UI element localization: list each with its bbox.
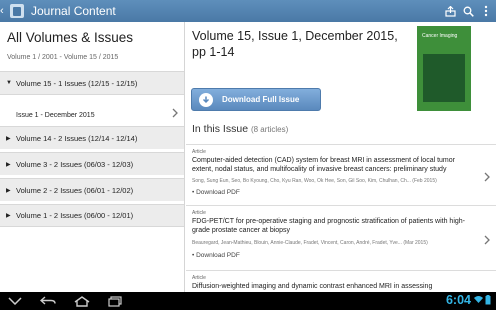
volume-row[interactable]: ▶ Volume 3 - 2 Issues (06/03 - 12/03) xyxy=(0,152,184,175)
download-pdf-link[interactable]: • Download PDF xyxy=(192,252,240,259)
issue-cover-image[interactable]: Cancer Imaging xyxy=(417,26,471,111)
download-pdf-label: Download PDF xyxy=(196,252,240,259)
in-this-issue-label: In this Issue xyxy=(192,123,249,135)
chevron-right-icon xyxy=(172,108,178,120)
volumes-range: Volume 1 / 2001 - Volume 15 / 2015 xyxy=(7,54,119,61)
volume-label: Volume 14 - 2 Issues (12/14 - 12/14) xyxy=(16,133,138,143)
system-navigation-bar: 6:04 xyxy=(0,292,496,310)
article-title: Diffusion-weighted imaging and dynamic c… xyxy=(192,283,433,290)
screen-title: Journal Content xyxy=(31,4,116,18)
download-pdf-link[interactable]: • Download PDF xyxy=(192,189,240,196)
expand-triangle-icon: ▶ xyxy=(6,161,11,168)
battery-icon xyxy=(485,295,491,305)
home-icon[interactable] xyxy=(74,295,90,307)
volume-row[interactable]: ▶ Volume 2 - 2 Issues (06/01 - 12/02) xyxy=(0,178,184,201)
download-full-issue-button[interactable]: Download Full Issue xyxy=(191,88,321,111)
download-full-issue-label: Download Full Issue xyxy=(222,95,300,104)
volume-row[interactable]: ▼ Volume 15 - 1 Issues (12/15 - 12/15) xyxy=(0,71,184,94)
expand-triangle-icon: ▶ xyxy=(6,135,11,142)
overflow-menu-icon[interactable] xyxy=(480,5,492,17)
status-icons xyxy=(474,295,491,305)
article-authors: Beauregard, Jean-Mathieu, Blouin, Annie-… xyxy=(192,240,428,246)
volume-label: Volume 2 - 2 Issues (06/01 - 12/02) xyxy=(16,185,134,195)
issue-label: Issue 1 - December 2015 xyxy=(16,112,95,119)
volume-row[interactable]: ▶ Volume 14 - 2 Issues (12/14 - 12/14) xyxy=(0,126,184,149)
volumes-title: All Volumes & Issues xyxy=(7,30,134,45)
article-item[interactable]: Article Diffusion-weighted imaging and d… xyxy=(186,270,496,292)
collapse-triangle-icon: ▼ xyxy=(6,80,12,86)
wifi-icon xyxy=(474,296,483,303)
issue-heading: Volume 15, Issue 1, December 2015, pp 1-… xyxy=(192,29,398,59)
article-item[interactable]: Article FDG-PET/CT for pre-operative sta… xyxy=(186,205,496,267)
article-count: (8 articles) xyxy=(250,125,289,134)
article-type: Article xyxy=(192,210,206,216)
article-type: Article xyxy=(192,149,206,155)
download-icon xyxy=(199,92,213,107)
volumes-panel: All Volumes & Issues Volume 1 / 2001 - V… xyxy=(0,22,185,292)
volume-label: Volume 1 - 2 Issues (06/00 - 12/01) xyxy=(16,211,134,220)
volume-row[interactable]: ▶ Volume 1 - 2 Issues (06/00 - 12/01) xyxy=(0,204,184,227)
article-title: Computer-aided detection (CAD) system fo… xyxy=(192,157,455,173)
action-bar: ‹ Journal Content xyxy=(0,0,496,22)
share-icon[interactable] xyxy=(444,5,456,17)
expand-triangle-icon: ▶ xyxy=(6,213,11,219)
in-this-issue-heading: In this Issue (8 articles) xyxy=(192,123,288,135)
expand-triangle-icon: ▶ xyxy=(6,187,11,194)
article-type: Article xyxy=(192,275,206,281)
issue-detail-panel: Volume 15, Issue 1, December 2015, pp 1-… xyxy=(186,22,496,292)
article-authors: Song, Sung Eun, Seo, Bo Kyoung, Cho, Kyu… xyxy=(192,178,437,184)
clock: 6:04 xyxy=(445,293,471,307)
cover-journal-title: Cancer Imaging xyxy=(422,33,458,39)
article-item[interactable]: Article Computer-aided detection (CAD) s… xyxy=(186,144,496,204)
volume-label: Volume 3 - 2 Issues (06/03 - 12/03) xyxy=(16,159,134,169)
download-pdf-label: Download PDF xyxy=(196,189,240,196)
back-icon[interactable] xyxy=(40,295,56,307)
app-logo-icon[interactable] xyxy=(10,4,24,18)
back-indicator[interactable]: ‹ xyxy=(0,0,8,22)
chevron-right-icon xyxy=(484,169,490,187)
article-title: FDG-PET/CT for pre-operative staging and… xyxy=(192,218,465,234)
volume-label: Volume 15 - 1 Issues (12/15 - 12/15) xyxy=(16,78,138,88)
hide-keyboard-icon[interactable] xyxy=(8,295,22,307)
chevron-right-icon xyxy=(484,232,490,250)
search-icon[interactable] xyxy=(462,5,474,17)
recent-apps-icon[interactable] xyxy=(108,295,122,307)
